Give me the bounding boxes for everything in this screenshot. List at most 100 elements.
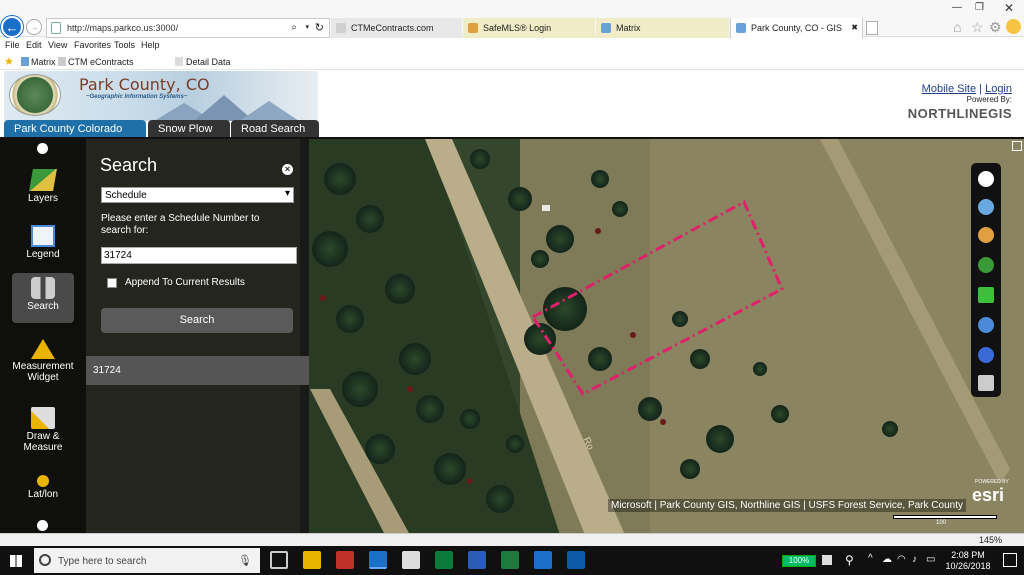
back-arrow-icon: ← [5,19,19,35]
excel-icon[interactable] [501,551,519,569]
layers-icon [29,169,57,191]
tool-search[interactable]: Search [12,273,74,323]
fullscreen-icon[interactable] [1012,141,1022,151]
collapse-arrow-icon[interactable] [978,171,994,187]
menu-help[interactable]: Help [141,40,160,50]
browser-titlebar: — ❐ ✕ ← → http://maps.parkco.us:3000/ ⌕ … [0,0,1024,39]
fav-detail-data[interactable]: Detail Data [186,57,231,67]
zoom-out-icon[interactable] [978,227,994,243]
menu-file[interactable]: File [5,40,20,50]
scroll-up-icon[interactable] [37,143,48,154]
system-clock[interactable]: 2:08 PM 10/26/2018 [942,550,994,572]
globe-icon[interactable] [978,257,994,273]
result-item[interactable]: 31724 [86,356,309,385]
tab-label: Matrix [616,23,641,33]
menu-tools[interactable]: Tools [114,40,135,50]
zoom-level[interactable]: 145% [979,535,1002,545]
store-icon[interactable] [435,551,453,569]
search-button[interactable]: Search [101,308,293,333]
tool-legend[interactable]: Legend [12,221,74,271]
word-icon[interactable] [468,551,486,569]
tool-measurement-widget[interactable]: Measurement Widget [12,335,74,387]
tool-layers[interactable]: Layers [12,165,74,215]
tool-lat-lon[interactable]: Lat/lon [12,469,74,519]
map-app: Ro Microsoft | Park County GIS, Northlin… [0,137,1024,535]
taskbar-search-placeholder: Type here to search [58,556,147,567]
northline-logo[interactable]: NORTHLINEGIS [908,106,1012,121]
tool-sidebar: Layers Legend Search Measurement Widget … [0,139,86,535]
back-button[interactable]: ← [1,16,23,38]
print-icon[interactable] [978,375,994,391]
login-link[interactable]: Login [985,83,1012,95]
battery-indicator[interactable]: 100% [782,555,816,567]
minimize-button[interactable]: — [952,2,962,13]
chat-icon[interactable] [978,317,994,333]
microphone-icon[interactable]: 🎙 [238,554,252,567]
dropdown-icon[interactable]: ▾ [305,23,309,31]
schedule-number-input[interactable] [101,247,297,264]
wifi-icon[interactable]: ◠ [897,554,906,565]
ruler-icon [31,339,55,359]
search-type-select[interactable]: Schedule ▾ [101,187,294,203]
favorites-star-icon[interactable]: ☆ [971,19,984,36]
append-results-checkbox[interactable] [107,278,117,288]
edge-icon[interactable] [534,551,552,569]
mail-icon[interactable] [402,551,420,569]
scale-label: 100 [936,520,947,526]
tool-label: Search [27,301,59,312]
county-seal-logo[interactable] [9,74,61,116]
keyboard-icon[interactable]: ▭ [926,554,935,565]
menu-edit[interactable]: Edit [26,40,42,50]
fav-ctm-econtracts[interactable]: CTM eContracts [68,57,134,67]
menu-favorites[interactable]: Favorites [74,40,111,50]
address-text[interactable]: http://maps.parkco.us:3000/ [67,23,178,33]
forward-button[interactable]: → [26,19,42,35]
tab-matrix[interactable]: Matrix [596,18,729,39]
mobile-site-link[interactable]: Mobile Site [922,83,976,95]
file-explorer-icon[interactable] [303,551,321,569]
smiley-icon[interactable] [1006,19,1021,34]
help-icon[interactable] [978,347,994,363]
tab-ctmecontracts[interactable]: CTMeContracts.com [331,18,462,39]
internet-explorer-icon[interactable] [369,551,387,569]
gear-icon[interactable]: ⚙ [989,19,1002,36]
chevron-up-icon[interactable]: ^ [868,553,873,564]
tool-draw-measure[interactable]: Draw & Measure [12,403,74,455]
favorites-star-icon[interactable]: ★ [4,55,14,68]
app-icon[interactable] [336,551,354,569]
power-icon[interactable] [822,555,832,565]
cloud-icon[interactable]: ☁ [882,554,892,565]
task-view-icon[interactable] [270,551,288,569]
address-bar[interactable]: http://maps.parkco.us:3000/ ⌕ ▾ ↻ [46,18,330,38]
esri-logo[interactable]: esri [972,485,1004,506]
scroll-down-icon[interactable] [37,520,48,531]
link-separator: | [979,83,983,95]
search-icon[interactable]: ⌕ [291,22,297,33]
notifications-icon[interactable] [1003,553,1017,567]
people-icon[interactable]: ⚲ [845,553,854,567]
close-icon[interactable]: × [282,164,293,175]
close-tab-icon[interactable]: ✖ [851,23,858,32]
home-icon[interactable]: ⌂ [953,19,961,35]
refresh-icon[interactable]: ↻ [315,21,324,34]
taskbar-search-box[interactable]: Type here to search 🎙 [34,548,260,573]
tab-park-county-gis[interactable]: Park County, CO - GIS ✖ [730,18,863,39]
cortana-icon [39,554,51,566]
full-extent-icon[interactable] [978,287,994,303]
close-window-button[interactable]: ✕ [1004,1,1014,15]
tab-safemls[interactable]: SafeMLS® Login [463,18,595,39]
search-prompt: Please enter a Schedule Number to search… [101,213,260,236]
append-results-label[interactable]: Append To Current Results [125,277,245,288]
zoom-in-icon[interactable] [978,199,994,215]
restore-button[interactable]: ❐ [975,2,984,13]
new-tab-button[interactable] [866,21,878,35]
mountain-graphic [239,101,299,121]
menu-view[interactable]: View [48,40,67,50]
outlook-icon[interactable] [567,551,585,569]
tool-label: Draw & Measure [23,431,63,453]
fav-matrix[interactable]: Matrix [31,57,56,67]
windows-start-icon[interactable] [10,555,22,567]
volume-icon[interactable]: ♪ [912,554,917,565]
search-panel: Search × Schedule ▾ Please enter a Sched… [86,139,309,535]
map-attribution: Microsoft | Park County GIS, Northline G… [608,499,966,512]
